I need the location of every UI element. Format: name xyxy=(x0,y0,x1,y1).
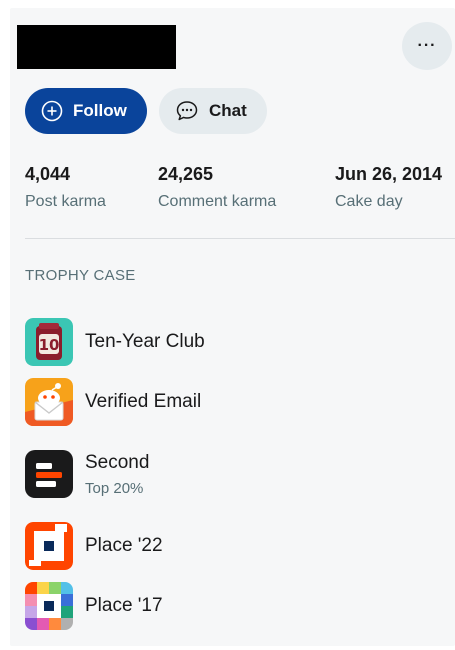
chat-button-label: Chat xyxy=(209,101,247,120)
follow-button-label: Follow xyxy=(73,101,127,120)
post-karma-stat: 4,044 Post karma xyxy=(25,164,106,211)
trophy-item-place-17[interactable]: Place '17 xyxy=(25,582,163,630)
ten-year-club-icon: 10 xyxy=(25,318,73,366)
chat-bubble-icon xyxy=(176,101,198,121)
cake-day-label: Cake day xyxy=(335,193,403,210)
redacted-username xyxy=(17,25,176,69)
trophy-item-second[interactable]: Second Top 20% xyxy=(25,450,149,498)
trophy-case-title: TROPHY CASE xyxy=(25,267,136,284)
second-icon xyxy=(25,450,73,498)
post-karma-label: Post karma xyxy=(25,193,106,210)
place-17-icon xyxy=(25,582,73,630)
post-karma-value: 4,044 xyxy=(25,164,71,184)
comment-karma-stat: 24,265 Comment karma xyxy=(158,164,276,211)
chat-button[interactable]: Chat xyxy=(159,88,267,134)
trophy-item-verified-email[interactable]: Verified Email xyxy=(25,378,201,426)
more-options-button[interactable]: ··· xyxy=(402,22,452,70)
trophy-item-place-22[interactable]: Place '22 xyxy=(25,522,163,570)
more-icon: ··· xyxy=(417,37,437,54)
plus-circle-icon xyxy=(41,100,63,122)
trophy-name: Second xyxy=(85,451,150,473)
place-22-icon xyxy=(25,522,73,570)
verified-email-icon xyxy=(25,378,73,426)
trophy-name: Place '17 xyxy=(85,595,163,616)
trophy-subtitle: Top 20% xyxy=(85,479,144,497)
svg-text:10: 10 xyxy=(39,336,60,354)
trophy-name: Verified Email xyxy=(85,391,202,412)
cake-day-value: Jun 26, 2014 xyxy=(335,164,443,184)
comment-karma-label: Comment karma xyxy=(158,193,277,210)
comment-karma-value: 24,265 xyxy=(158,164,214,184)
cake-day-stat: Jun 26, 2014 Cake day xyxy=(335,164,442,211)
trophy-name: Place '22 xyxy=(85,535,163,556)
trophy-item-ten-year-club[interactable]: 10 Ten-Year Club xyxy=(25,318,205,366)
trophy-name: Ten-Year Club xyxy=(85,331,205,352)
follow-button[interactable]: Follow xyxy=(25,88,147,134)
section-divider xyxy=(25,238,455,239)
